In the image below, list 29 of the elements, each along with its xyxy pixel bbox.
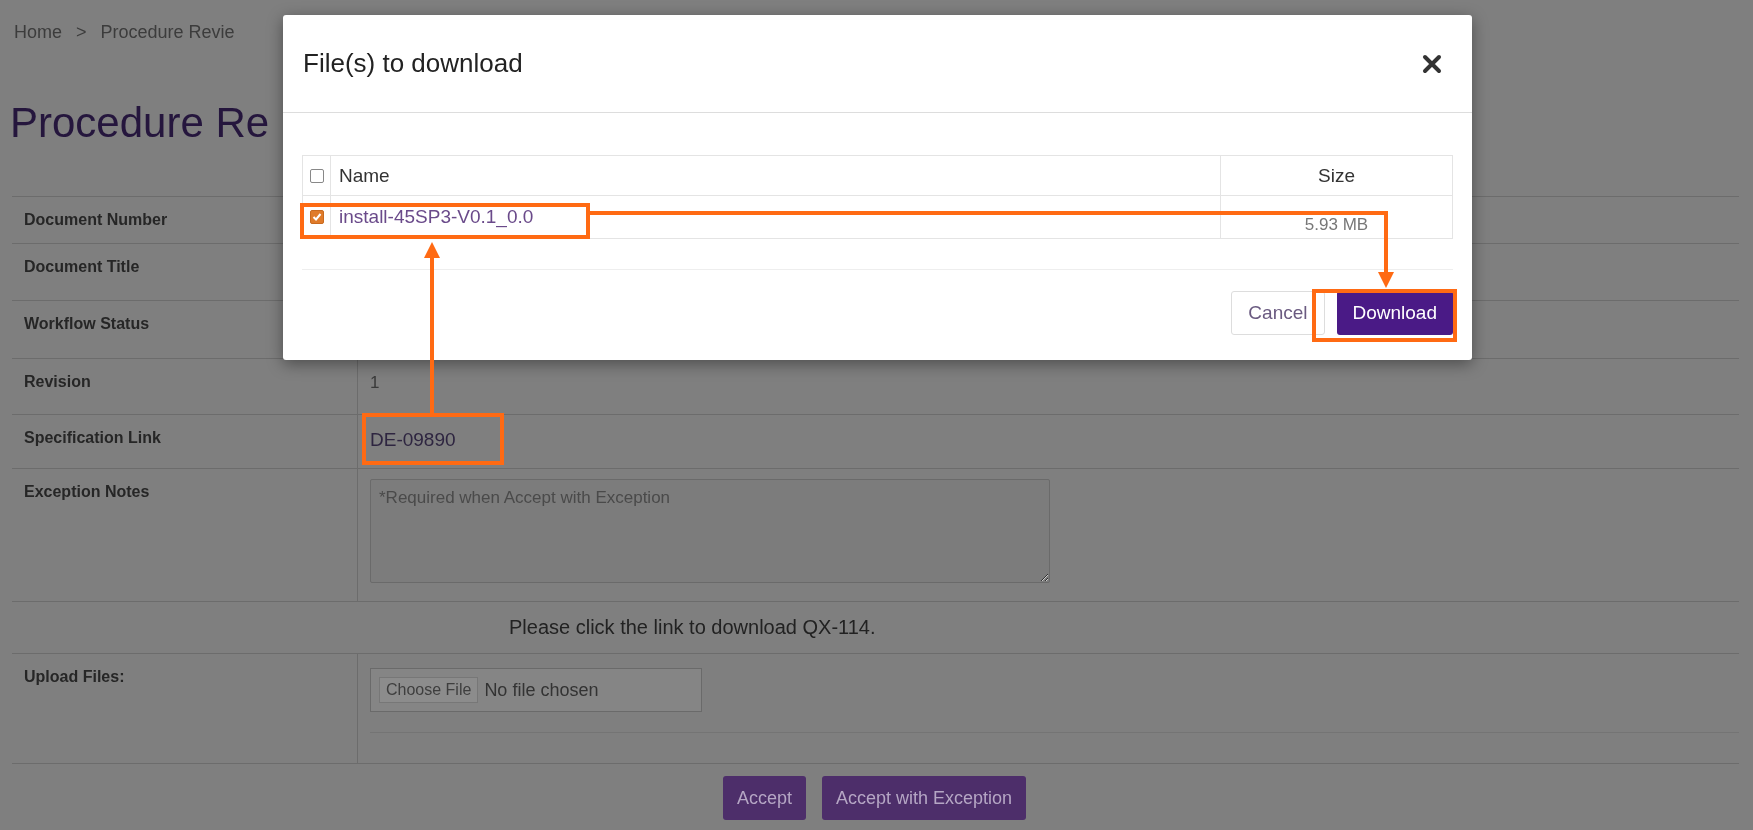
breadcrumb-link[interactable]: Procedure Revie (100, 22, 235, 46)
file-name-link[interactable]: install-45SP3-V0.1_0.0 (339, 206, 534, 228)
download-button[interactable]: Download (1336, 291, 1453, 335)
select-all-checkbox[interactable] (309, 168, 324, 183)
field-label: Document Title (24, 258, 140, 275)
field-label: Specification Link (24, 429, 161, 446)
breadcrumb-separator: > (76, 22, 87, 44)
file-checkbox[interactable] (309, 210, 324, 224)
accept-button[interactable]: Accept (722, 776, 806, 820)
page-title: Procedure Re (10, 98, 271, 148)
file-input-field[interactable]: Choose File No file chosen (370, 668, 702, 712)
file-size: 5.93 MB (1304, 215, 1369, 236)
column-header: Name (339, 164, 390, 187)
dialog-title: File(s) to download (303, 48, 523, 79)
accept-with-exception-button[interactable]: Accept with Exception (821, 776, 1027, 820)
choose-file-button[interactable]: Choose File (379, 677, 479, 703)
specification-link[interactable]: DE-09890 (370, 429, 456, 451)
column-header: Size (1318, 164, 1355, 187)
cancel-button[interactable]: Cancel (1231, 291, 1325, 335)
field-label: Workflow Status (24, 315, 150, 332)
breadcrumb-link[interactable]: Home (14, 22, 62, 46)
close-icon[interactable] (1422, 53, 1442, 74)
field-label: Exception Notes (24, 483, 150, 500)
field-label: Revision (24, 373, 91, 390)
field-value: 1 (370, 373, 380, 392)
file-status: No file chosen (484, 679, 599, 701)
field-label: Upload Files: (24, 668, 125, 685)
field-label: Document Number (24, 211, 168, 228)
download-notice: Please click the link to download QX-114. (509, 616, 876, 639)
